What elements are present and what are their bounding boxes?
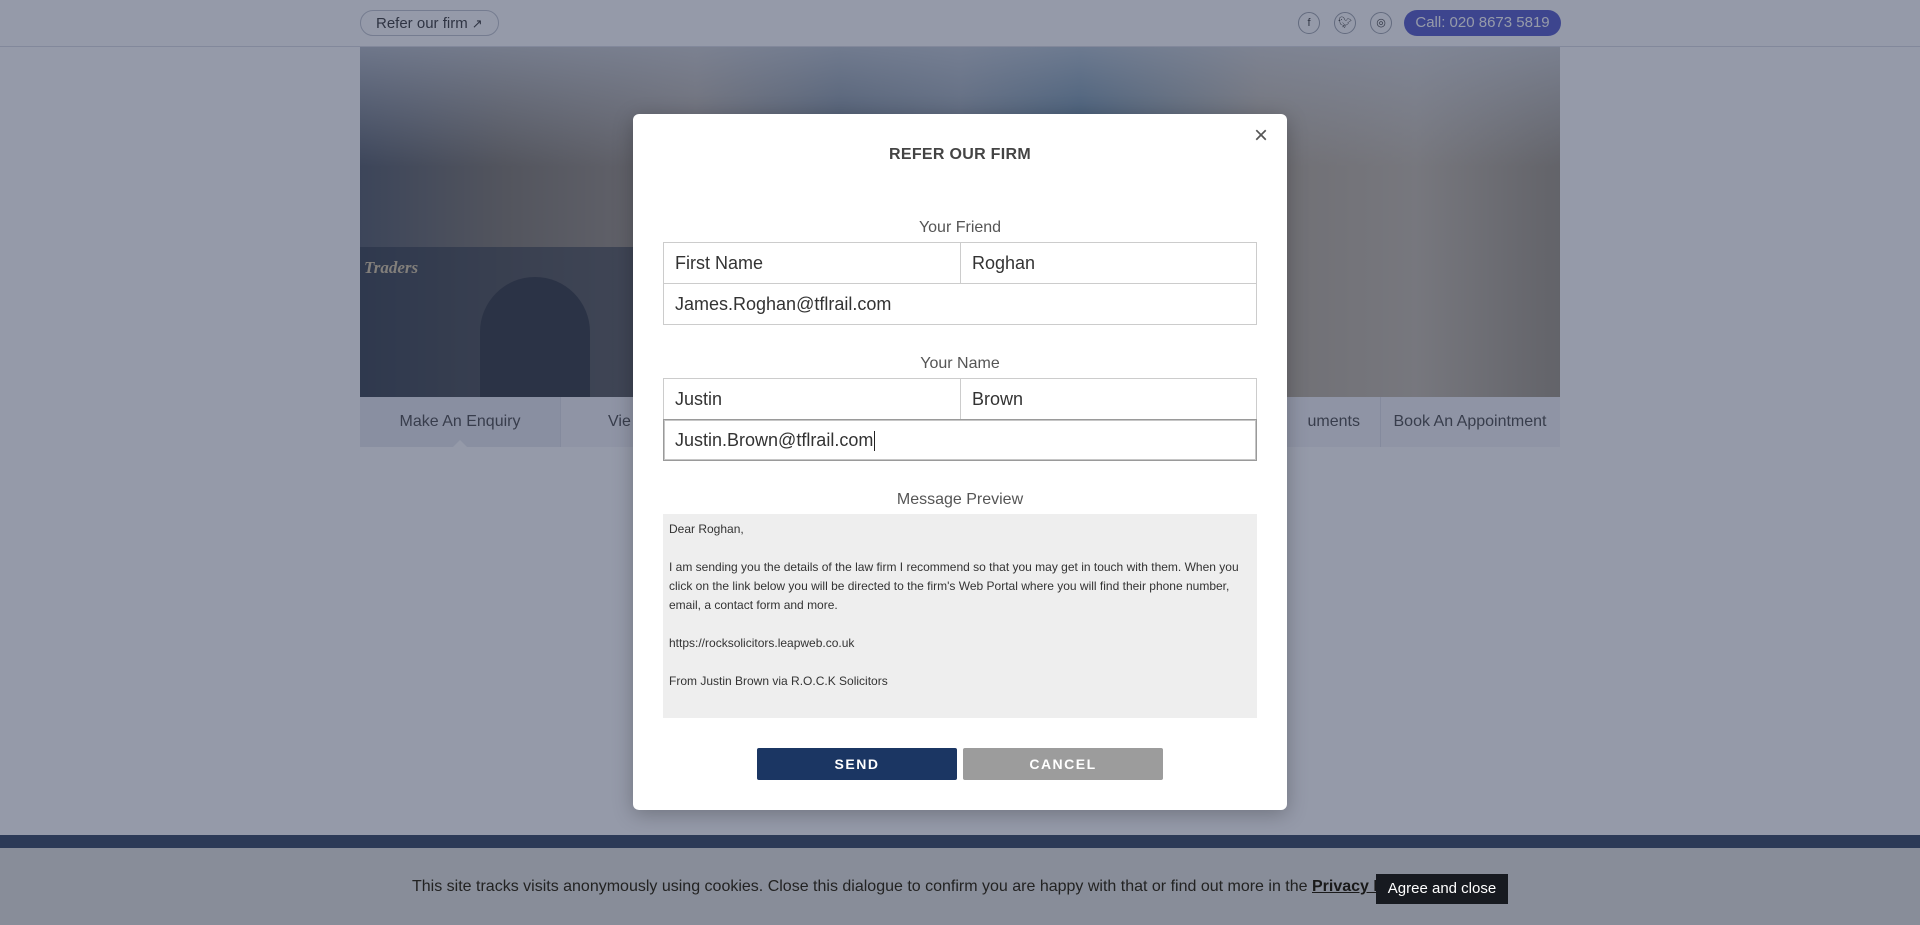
preview-body: I am sending you the details of the law … [669,560,1239,612]
cancel-button[interactable]: CANCEL [963,748,1163,780]
agree-and-close-button[interactable]: Agree and close [1376,874,1508,904]
modal-title: REFER OUR FIRM [889,146,1031,163]
your-friend-label: Your Friend [918,219,1002,236]
friend-last-name-input[interactable]: Roghan [960,242,1257,284]
preview-signoff: From Justin Brown via R.O.C.K Solicitors [669,674,888,688]
your-name-label: Your Name [920,355,1000,372]
refer-firm-modal: × REFER OUR FIRM Your Friend First Name … [633,114,1287,810]
cookie-banner: This site tracks visits anonymously usin… [0,848,1920,925]
close-icon[interactable]: × [1251,124,1271,148]
preview-link: https://rocksolicitors.leapweb.co.uk [669,636,855,650]
friend-first-name-input[interactable]: First Name [663,242,961,284]
friend-email-input[interactable]: James.Roghan@tflrail.com [663,283,1257,325]
message-preview: Dear Roghan, I am sending you the detail… [663,514,1257,718]
your-first-name-input[interactable]: Justin [663,378,961,420]
cookie-text: This site tracks visits anonymously usin… [412,878,1308,895]
your-email-value: Justin.Brown@tflrail.com [675,430,874,450]
your-last-name-input[interactable]: Brown [960,378,1257,420]
preview-greeting: Dear Roghan, [669,522,744,536]
cookie-message: This site tracks visits anonymously usin… [412,878,1425,896]
send-button[interactable]: SEND [757,748,957,780]
message-preview-label: Message Preview [896,491,1024,508]
your-email-input[interactable]: Justin.Brown@tflrail.com [663,419,1257,461]
